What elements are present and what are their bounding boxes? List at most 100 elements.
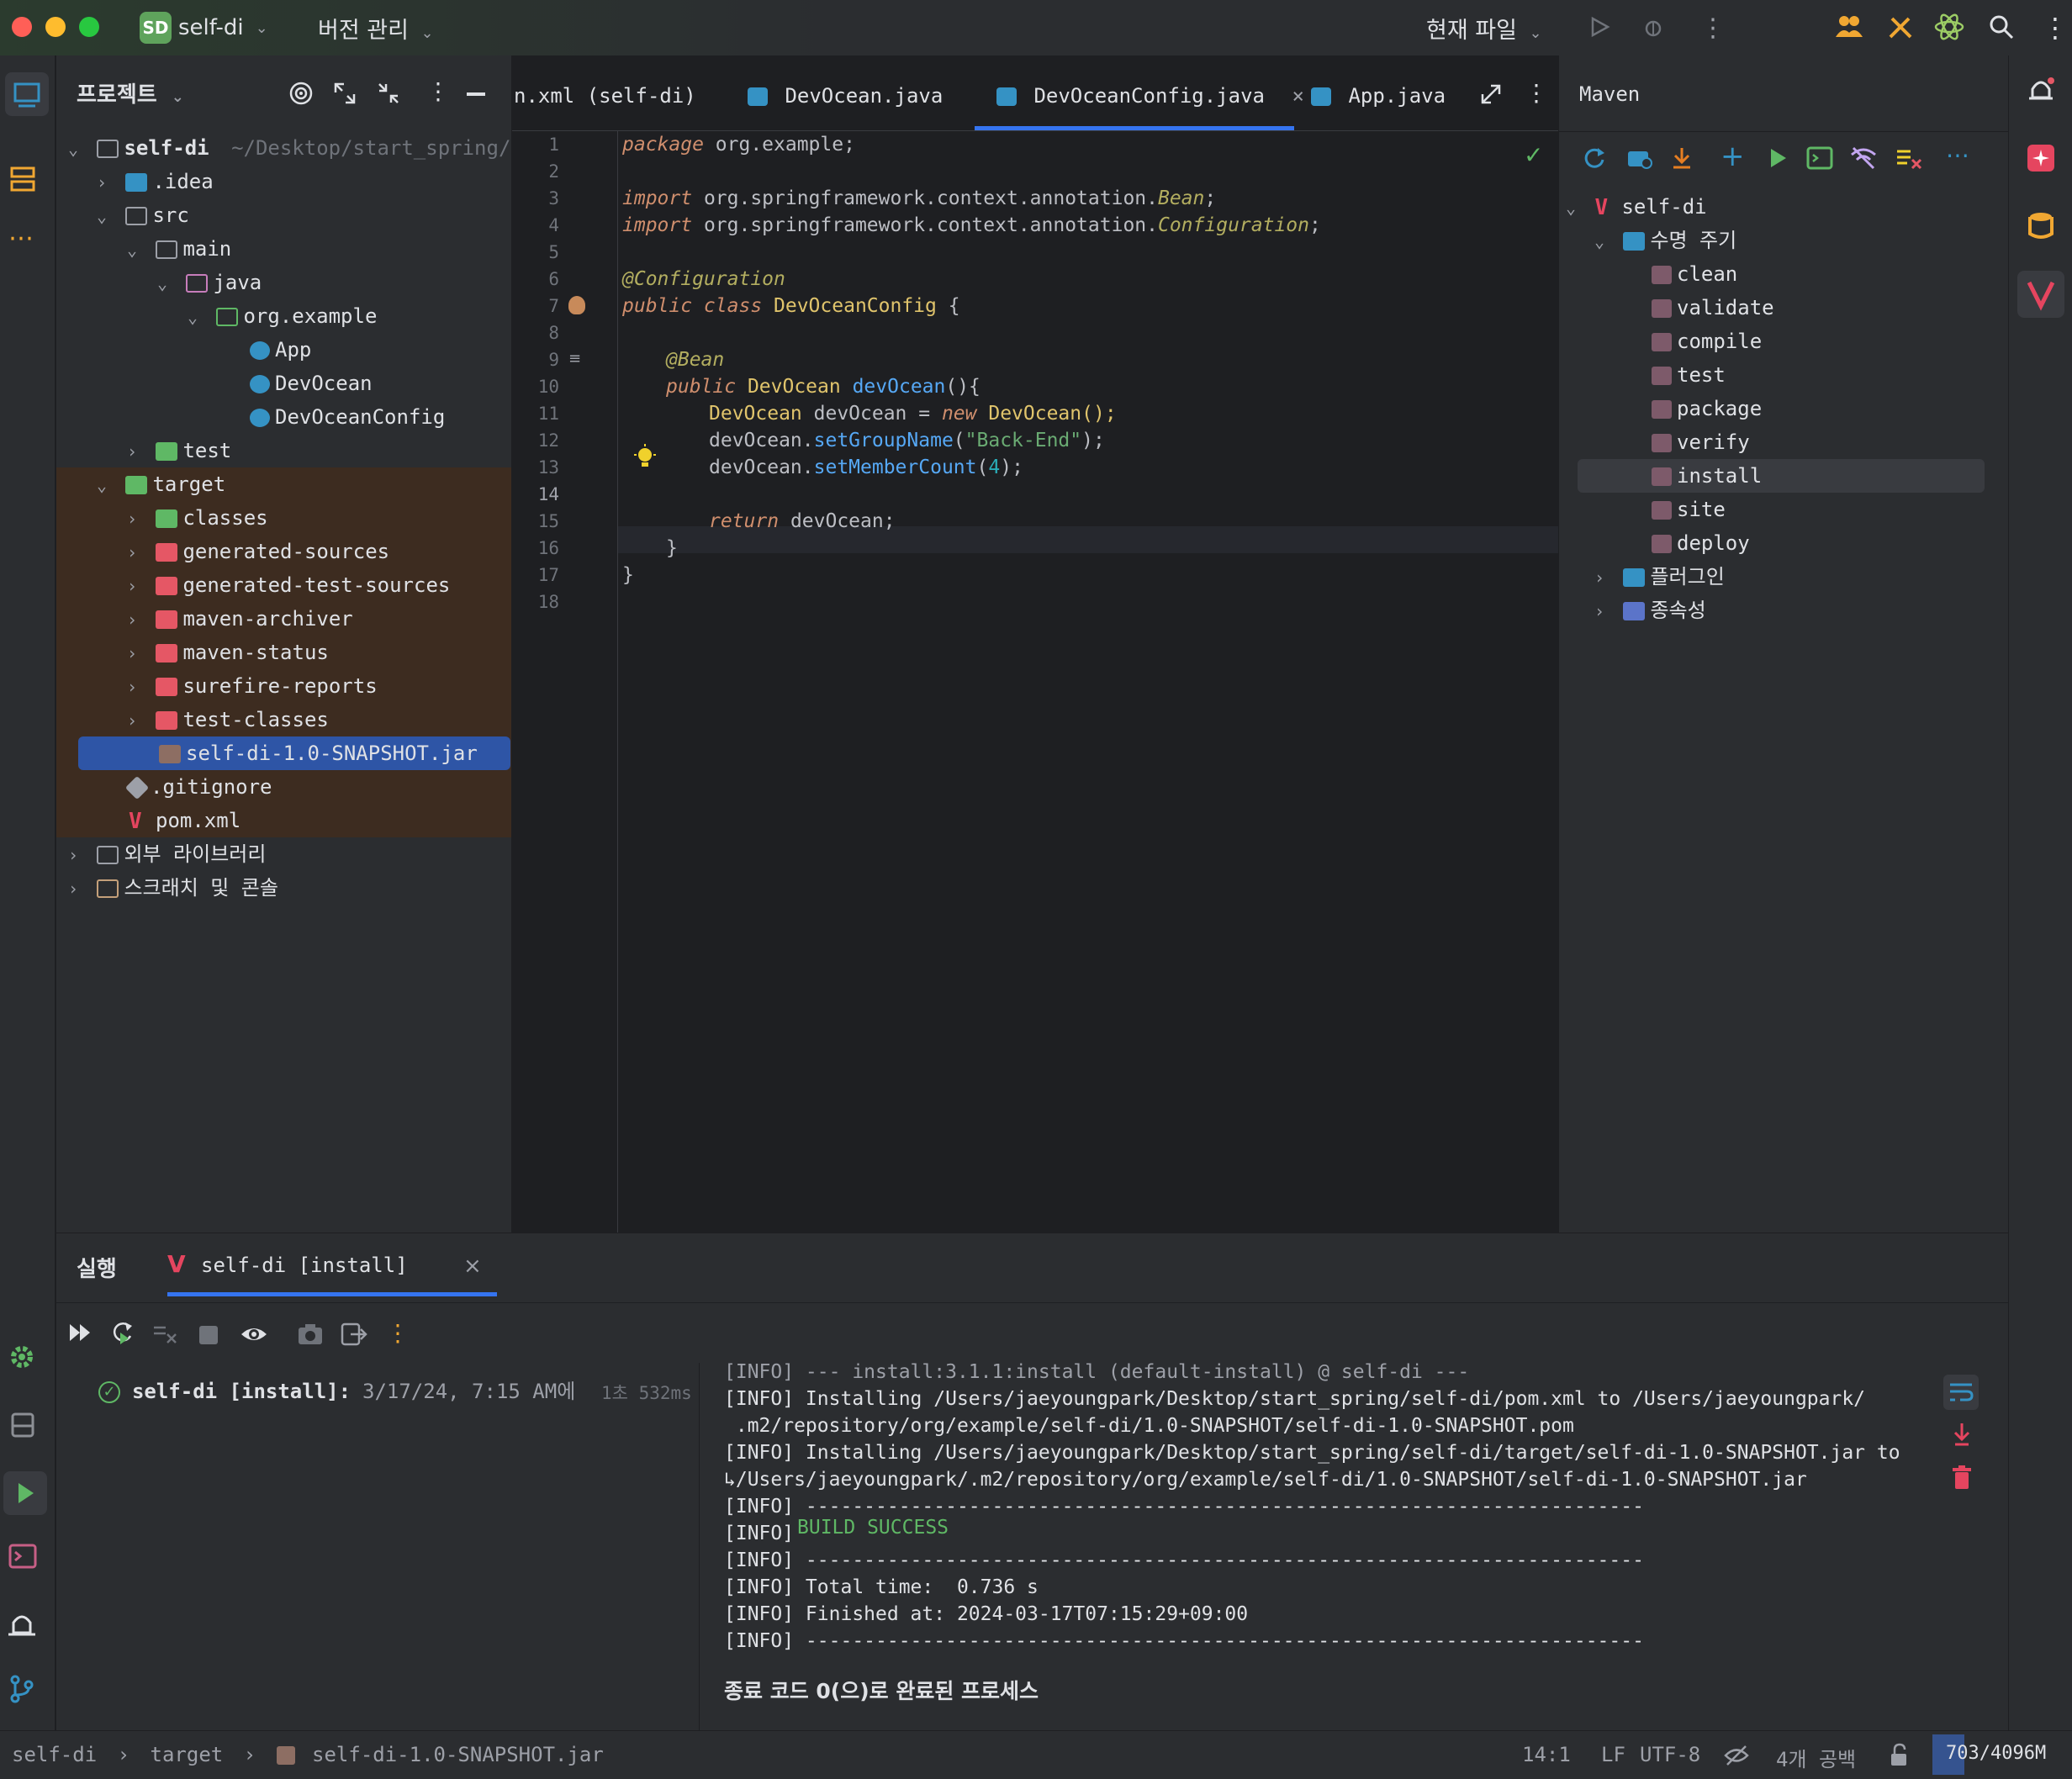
memory-indicator[interactable]: 703/4096M xyxy=(1932,1734,2057,1775)
tab-devocean-java[interactable]: DevOcean.java xyxy=(748,55,943,131)
bean-list-gutter-icon[interactable]: ≡ xyxy=(568,350,581,367)
maven-lifecycle[interactable]: ⌄ 수명 주기 xyxy=(1594,224,1736,257)
line-separator[interactable]: LF xyxy=(1601,1743,1625,1766)
services-icon[interactable] xyxy=(7,1342,37,1372)
caret-position[interactable]: 14:1 xyxy=(1522,1743,1571,1766)
notifications-icon[interactable] xyxy=(2026,76,2056,106)
line-number[interactable]: 11 xyxy=(509,400,559,427)
code-line-1[interactable]: package org.example; xyxy=(622,131,855,158)
line-number[interactable]: 10 xyxy=(509,373,559,400)
locate-file-icon[interactable] xyxy=(288,81,314,106)
download-icon[interactable] xyxy=(1670,146,1694,170)
tab-devoceanconfig-java[interactable]: DevOceanConfig.java × xyxy=(975,55,1304,131)
tree-item-gitignore[interactable]: .gitignore xyxy=(124,770,272,804)
maven-goal-install[interactable]: install xyxy=(1652,459,1762,493)
line-number[interactable]: 3 xyxy=(509,185,559,212)
soft-wrap-button[interactable] xyxy=(1943,1375,1979,1410)
debug-icon[interactable] xyxy=(1641,15,1665,39)
run-icon[interactable] xyxy=(1588,15,1611,39)
ai-chat-icon[interactable] xyxy=(2026,143,2056,173)
code-line-4[interactable]: import org.springframework.context.annot… xyxy=(622,212,1321,239)
line-number[interactable]: 7 xyxy=(509,293,559,319)
tree-item-app[interactable]: App xyxy=(250,333,311,367)
line-number[interactable]: 14 xyxy=(509,481,559,508)
code-line-7[interactable]: public class DevOceanConfig { xyxy=(622,293,960,319)
execute-goal-icon[interactable] xyxy=(1806,146,1833,170)
close-tab-icon[interactable]: × xyxy=(463,1254,482,1279)
indent-setting[interactable]: 4개 공백 xyxy=(1776,1743,1856,1772)
tree-item-main[interactable]: ⌄ main xyxy=(127,232,231,266)
database-icon[interactable] xyxy=(8,1411,37,1439)
tab-app-java[interactable]: App.java xyxy=(1311,55,1446,131)
generate-sources-icon[interactable] xyxy=(1626,146,1653,170)
tree-item-test[interactable]: › test xyxy=(127,434,231,467)
vcs-menu[interactable]: 버전 관리 ⌄ xyxy=(318,12,434,45)
stop-icon[interactable] xyxy=(199,1326,218,1344)
tree-item-org-example[interactable]: ⌄ org.example xyxy=(188,299,377,333)
trash-icon[interactable] xyxy=(1952,1465,1972,1491)
skip-tests-icon[interactable] xyxy=(1895,146,1922,170)
tree-item-pom[interactable]: Vpom.xml xyxy=(129,804,240,837)
toggle-offline-icon[interactable] xyxy=(1850,146,1877,170)
line-number[interactable]: 5 xyxy=(509,239,559,266)
more-options-icon[interactable]: ⋯ xyxy=(1946,141,1969,169)
tree-item-src[interactable]: ⌄ src xyxy=(97,198,189,232)
hide-panel-icon[interactable] xyxy=(467,92,485,96)
line-number[interactable]: 16 xyxy=(509,535,559,562)
line-number[interactable]: 12 xyxy=(509,427,559,454)
tree-item-generated-sources[interactable]: › generated-sources xyxy=(127,535,389,568)
line-number[interactable]: 2 xyxy=(509,158,559,185)
search-icon[interactable] xyxy=(1988,13,2015,40)
line-number[interactable]: 1 xyxy=(509,131,559,158)
tree-item-generated-test-sources[interactable]: › generated-test-sources xyxy=(127,568,450,602)
terminal-icon[interactable] xyxy=(8,1544,37,1569)
code-line-9[interactable]: @Bean xyxy=(666,346,724,373)
line-number[interactable]: 4 xyxy=(509,212,559,239)
tab-pom-xml[interactable]: n.xml (self-di) xyxy=(514,55,696,131)
run-history-entry[interactable]: ✓ self-di [install]: 3/17/24, 7:15 AM에 xyxy=(98,1375,575,1405)
maven-plugins[interactable]: › 플러그인 xyxy=(1594,560,1725,594)
minimize-window-button[interactable] xyxy=(45,17,66,37)
settings-menu-icon[interactable]: ⋮ xyxy=(2042,12,2069,44)
project-tool-button[interactable] xyxy=(5,72,49,116)
maven-goal-verify[interactable]: verify xyxy=(1652,425,1750,459)
close-window-button[interactable] xyxy=(12,17,32,37)
code-line-17[interactable]: } xyxy=(622,562,634,589)
file-encoding[interactable]: UTF-8 xyxy=(1640,1743,1700,1766)
run-config-selector[interactable]: 현재 파일 ⌄ xyxy=(1426,12,1542,45)
breadcrumb-root[interactable]: self-di xyxy=(12,1743,97,1766)
maven-goal-clean[interactable]: clean xyxy=(1652,257,1737,291)
maven-tool-button[interactable] xyxy=(2017,271,2064,318)
clear-icon[interactable] xyxy=(152,1322,177,1344)
zoom-window-button[interactable] xyxy=(79,17,99,37)
run-maven-icon[interactable] xyxy=(1766,146,1789,170)
line-number[interactable]: 6 xyxy=(509,266,559,293)
close-tab-icon[interactable]: × xyxy=(1292,84,1303,108)
breadcrumb-folder[interactable]: target xyxy=(151,1743,224,1766)
run-tool-button[interactable] xyxy=(3,1471,47,1515)
tree-item-classes[interactable]: › classes xyxy=(127,501,268,535)
maximize-editor-icon[interactable] xyxy=(1479,82,1503,106)
maven-goal-site[interactable]: site xyxy=(1652,493,1726,526)
line-number[interactable]: 17 xyxy=(509,562,559,589)
code-with-me-icon[interactable] xyxy=(1835,13,1863,39)
tab-options-icon[interactable]: ⋮ xyxy=(1525,79,1548,107)
code-line-15[interactable]: return devOcean; xyxy=(709,508,896,535)
show-output-icon[interactable] xyxy=(240,1322,268,1346)
add-icon[interactable]: + xyxy=(1720,140,1745,173)
collapse-all-icon[interactable] xyxy=(376,81,401,106)
problems-icon[interactable] xyxy=(7,1607,37,1638)
code-line-6[interactable]: @Configuration xyxy=(622,266,785,293)
maven-goal-deploy[interactable]: deploy xyxy=(1652,526,1750,560)
line-number[interactable]: 13 xyxy=(509,454,559,481)
breadcrumb-file[interactable]: self-di-1.0-SNAPSHOT.jar xyxy=(312,1743,604,1766)
tree-item-maven-archiver[interactable]: › maven-archiver xyxy=(127,602,353,636)
tree-item-jar[interactable]: self-di-1.0-SNAPSHOT.jar xyxy=(159,736,478,770)
lock-icon[interactable] xyxy=(1889,1743,1911,1768)
database-tool-icon[interactable] xyxy=(2026,210,2056,240)
tree-item-maven-status[interactable]: › maven-status xyxy=(127,636,329,669)
bean-gutter-icon[interactable] xyxy=(568,296,585,314)
export-icon[interactable] xyxy=(341,1322,367,1346)
tree-root-self-di[interactable]: ⌄ self-di ~/Desktop/start_spring/sel xyxy=(68,131,547,165)
maven-root-self-di[interactable]: ⌄ Vself-di xyxy=(1566,190,1707,224)
